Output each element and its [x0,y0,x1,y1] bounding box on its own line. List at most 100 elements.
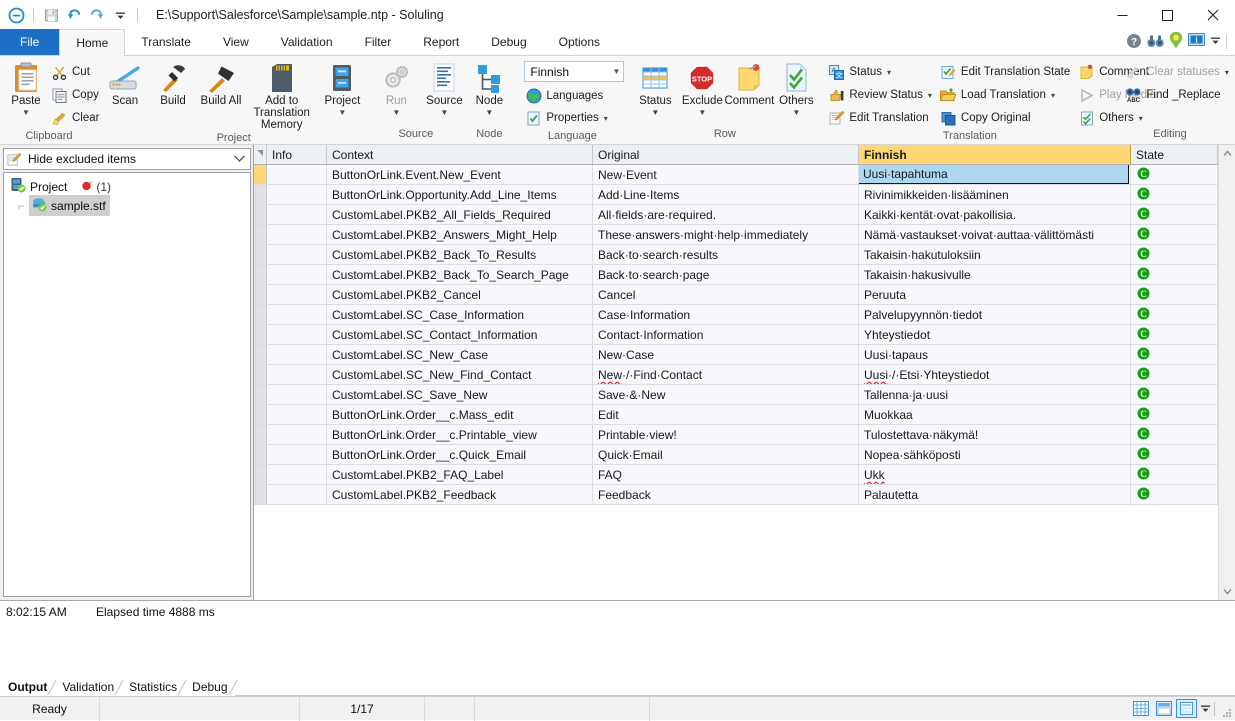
undo-icon[interactable] [64,5,84,25]
cell-state[interactable]: C [1131,265,1218,284]
cell-info[interactable] [267,345,327,364]
cell-context[interactable]: CustomLabel.PKB2_Cancel [327,285,593,304]
output-tab-debug[interactable]: Debug [184,679,238,696]
help-icon[interactable]: ? [1126,33,1142,52]
source-caret-icon[interactable]: ▼ [440,109,448,117]
tab-home[interactable]: Home [59,29,126,56]
cell-original[interactable]: All·fields·are·required. [593,205,859,224]
table-row[interactable]: ButtonOrLink.Order__c.Quick_Email Quick·E… [254,445,1218,465]
cell-finnish[interactable]: Kaikki·kentät·ovat·pakollisia. [859,205,1131,224]
cell-context[interactable]: CustomLabel.SC_Save_New [327,385,593,404]
tab-view[interactable]: View [207,29,265,55]
cell-state[interactable]: C [1131,165,1218,184]
table-row[interactable]: ButtonOrLink.Order__c.Printable_view Prin… [254,425,1218,445]
run-button[interactable]: Run ▼ [373,59,419,117]
cell-state[interactable]: C [1131,325,1218,344]
cell-finnish[interactable]: Uusi ·/·Etsi·Yhteystiedot [859,365,1131,384]
cell-finnish[interactable]: Uusi·tapaus [859,345,1131,364]
row-header-cell[interactable] [254,425,267,444]
column-header-info[interactable]: Info [267,145,327,164]
build-button[interactable]: Build [150,59,196,108]
cell-original[interactable]: Back·to·search·page [593,265,859,284]
redo-icon[interactable] [87,5,107,25]
cell-context[interactable]: ButtonOrLink.Order__c.Quick_Email [327,445,593,464]
binoculars-icon[interactable] [1147,34,1164,51]
cell-state[interactable]: C [1131,225,1218,244]
paste-button[interactable]: Paste ▼ [4,59,48,117]
column-header-state[interactable]: State [1131,145,1218,164]
cell-info[interactable] [267,385,327,404]
tip-balloon-icon[interactable] [1169,31,1183,52]
cell-context[interactable]: CustomLabel.PKB2_Feedback [327,485,593,504]
row-header-cell[interactable] [254,365,267,384]
table-row[interactable]: CustomLabel.PKB2_Feedback Feedback Palaute… [254,485,1218,505]
view-options-caret[interactable] [1199,699,1212,718]
cell-state[interactable]: C [1131,445,1218,464]
cell-finnish[interactable]: Takaisin·hakusivulle [859,265,1131,284]
table-row[interactable]: CustomLabel.PKB2_Cancel Cancel Peruuta C [254,285,1218,305]
cell-info[interactable] [267,305,327,324]
status-caret-icon[interactable]: ▼ [651,109,659,117]
tab-options[interactable]: Options [543,29,616,55]
table-row[interactable]: CustomLabel.SC_Contact_Information Contac… [254,325,1218,345]
scroll-up-button[interactable] [1219,145,1235,162]
status-button[interactable]: Status ▼ [632,59,678,117]
cell-finnish[interactable]: Nopea·sähköposti [859,445,1131,464]
grid-vertical-scrollbar[interactable] [1218,145,1235,600]
table-row[interactable]: CustomLabel.SC_Save_New Save·&·New Tallenn… [254,385,1218,405]
cell-state[interactable]: C [1131,205,1218,224]
cell-info[interactable] [267,425,327,444]
column-header-original[interactable]: Original [593,145,859,164]
others-button[interactable]: Others ▼ [773,59,819,117]
row-header-cell[interactable] [254,485,267,504]
grid-view-button[interactable] [1130,699,1151,718]
cell-finnish[interactable]: Yhteystiedot [859,325,1131,344]
selected-cell-editor[interactable]: Uusi·tapahtuma [859,165,1129,184]
project-button[interactable]: Project ▼ [319,59,365,117]
translation-status-caret-icon[interactable]: ▾ [887,68,891,77]
cell-context[interactable]: CustomLabel.SC_New_Find_Contact [327,365,593,384]
resize-grip[interactable] [1219,697,1235,721]
cell-original[interactable]: These·answers·might·help·immediately [593,225,859,244]
review-status-button[interactable]: Review Status ▾ [825,84,937,106]
row-header-cell[interactable] [254,405,267,424]
split-view-button[interactable] [1176,699,1197,718]
row-header-cell[interactable] [254,245,267,264]
node-caret-icon[interactable]: ▼ [485,109,493,117]
cell-state[interactable]: C [1131,465,1218,484]
maximize-button[interactable] [1145,0,1190,30]
output-tab-statistics[interactable]: Statistics [121,679,187,696]
table-row[interactable]: CustomLabel.SC_New_Case New·Case Uusi·tapa… [254,345,1218,365]
cell-original[interactable]: Case·Information [593,305,859,324]
customize-qat-icon[interactable] [110,5,130,25]
run-caret-icon[interactable]: ▼ [392,109,400,117]
build-all-button[interactable]: Build All [198,59,244,108]
clear-button[interactable]: Clear [48,107,104,129]
row-header-cell[interactable] [254,345,267,364]
row-header-cell[interactable] [254,465,267,484]
row-header-cell[interactable] [254,285,267,304]
table-row[interactable]: CustomLabel.PKB2_Answers_Might_Help These… [254,225,1218,245]
others-caret-icon[interactable]: ▼ [792,109,800,117]
row-header-cell[interactable] [254,385,267,404]
cell-context[interactable]: CustomLabel.SC_New_Case [327,345,593,364]
exclude-button[interactable]: STOP Exclude ▼ [679,59,725,117]
monitor-info-icon[interactable]: i [1188,33,1205,51]
copy-original-button[interactable]: Copy Original [937,107,1075,129]
table-row[interactable]: ButtonOrLink.Order__c.Mass_edit Edit Muokk… [254,405,1218,425]
row-header-cell[interactable] [254,225,267,244]
cell-original[interactable]: FAQ [593,465,859,484]
table-row[interactable]: CustomLabel.SC_Case_Information Case·Info… [254,305,1218,325]
add-to-translation-memory-button[interactable]: Add to Translation Memory [246,59,317,131]
properties-caret-icon[interactable]: ▾ [604,114,608,123]
cell-original[interactable]: New·Event [593,165,859,184]
tree-node-project[interactable]: Project (1) [6,177,248,196]
table-row[interactable]: CustomLabel.SC_New_Find_Contact New ·/·Fin… [254,365,1218,385]
tab-filter[interactable]: Filter [349,29,408,55]
cell-original[interactable]: New·Case [593,345,859,364]
cell-state[interactable]: C [1131,245,1218,264]
copy-button[interactable]: Copy [48,84,104,106]
cell-finnish[interactable]: Peruuta [859,285,1131,304]
load-translation-caret-icon[interactable]: ▾ [1051,91,1055,100]
paste-caret-icon[interactable]: ▼ [22,109,30,117]
